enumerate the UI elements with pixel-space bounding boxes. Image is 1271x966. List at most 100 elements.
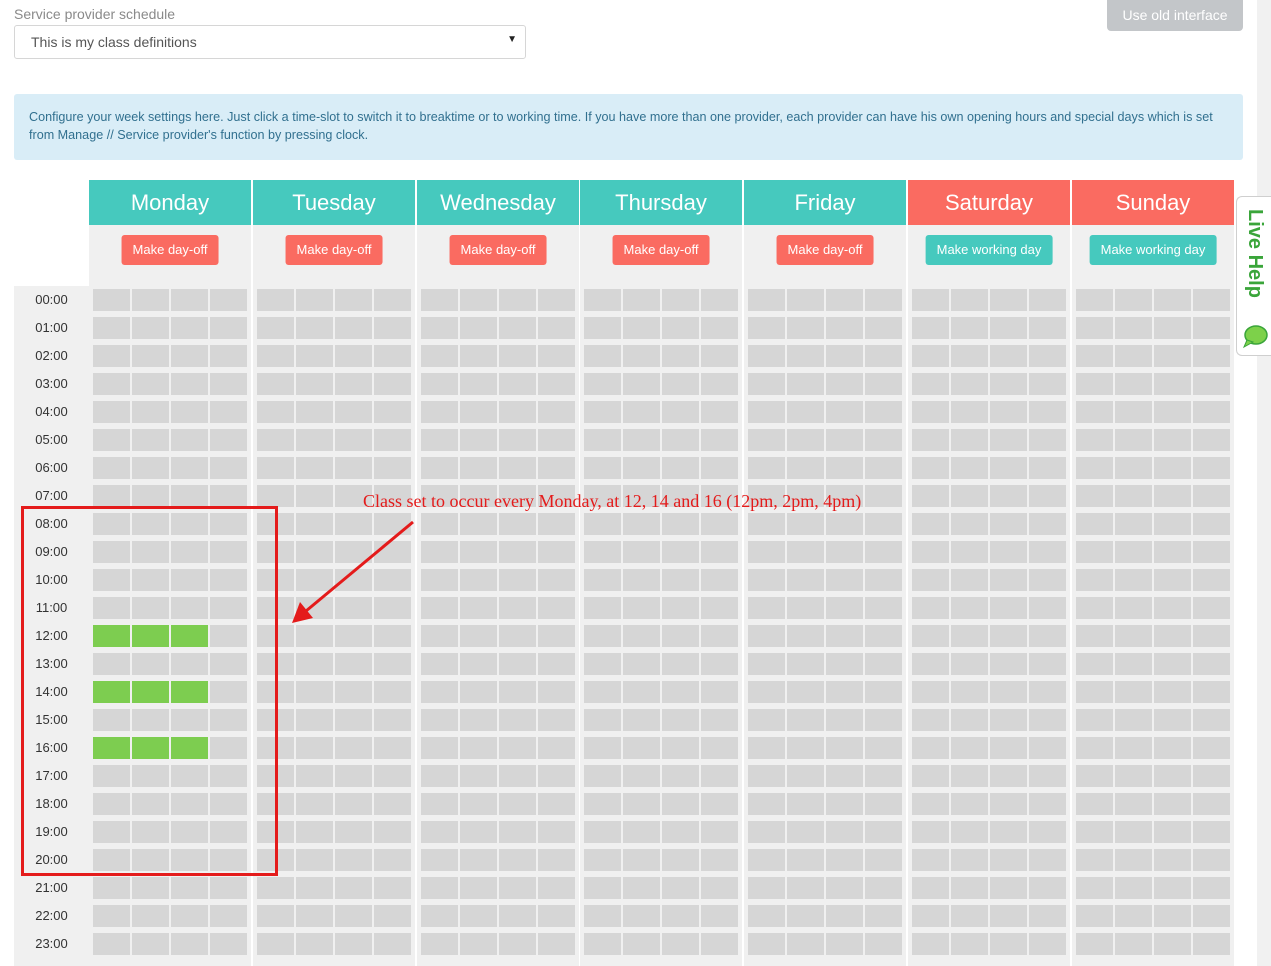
time-slot[interactable] — [1029, 821, 1066, 843]
time-slot[interactable] — [296, 541, 333, 563]
time-slot[interactable] — [912, 681, 949, 703]
time-slot[interactable] — [1154, 793, 1191, 815]
time-slot[interactable] — [374, 373, 411, 395]
time-slot[interactable] — [912, 821, 949, 843]
time-slot[interactable] — [210, 345, 247, 367]
time-slot[interactable] — [826, 793, 863, 815]
time-slot[interactable] — [421, 513, 458, 535]
time-slot[interactable] — [584, 597, 621, 619]
time-slot[interactable] — [296, 457, 333, 479]
time-slot[interactable] — [701, 345, 738, 367]
time-slot[interactable] — [257, 345, 294, 367]
time-slot[interactable] — [826, 653, 863, 675]
make-day-off-button[interactable]: Make day-off — [285, 235, 383, 265]
time-slot[interactable] — [132, 709, 169, 731]
time-slot[interactable] — [1115, 681, 1152, 703]
time-slot[interactable] — [374, 429, 411, 451]
time-slot[interactable] — [951, 681, 988, 703]
time-slot[interactable] — [1154, 737, 1191, 759]
time-slot[interactable] — [93, 317, 130, 339]
time-slot[interactable] — [701, 821, 738, 843]
time-slot[interactable] — [93, 933, 130, 955]
time-slot[interactable] — [787, 457, 824, 479]
time-slot[interactable] — [1076, 877, 1113, 899]
time-slot[interactable] — [171, 597, 208, 619]
time-slot[interactable] — [538, 821, 575, 843]
time-slot[interactable] — [171, 905, 208, 927]
time-slot[interactable] — [865, 457, 902, 479]
time-slot[interactable] — [584, 849, 621, 871]
time-slot[interactable] — [748, 373, 785, 395]
make-day-off-button[interactable]: Make day-off — [449, 235, 547, 265]
time-slot[interactable] — [1029, 289, 1066, 311]
time-slot[interactable] — [787, 793, 824, 815]
time-slot[interactable] — [460, 513, 497, 535]
time-slot[interactable] — [296, 933, 333, 955]
time-slot[interactable] — [787, 429, 824, 451]
time-slot[interactable] — [171, 345, 208, 367]
time-slot[interactable] — [1193, 709, 1230, 731]
time-slot[interactable] — [296, 317, 333, 339]
time-slot[interactable] — [662, 541, 699, 563]
time-slot[interactable] — [951, 933, 988, 955]
time-slot[interactable] — [257, 541, 294, 563]
time-slot[interactable] — [990, 485, 1027, 507]
time-slot[interactable] — [826, 317, 863, 339]
time-slot[interactable] — [499, 849, 536, 871]
time-slot-working[interactable] — [132, 625, 169, 647]
time-slot[interactable] — [1154, 681, 1191, 703]
time-slot[interactable] — [257, 569, 294, 591]
time-slot[interactable] — [171, 765, 208, 787]
time-slot[interactable] — [912, 737, 949, 759]
time-slot[interactable] — [1115, 653, 1152, 675]
time-slot[interactable] — [296, 737, 333, 759]
time-slot[interactable] — [990, 541, 1027, 563]
time-slot[interactable] — [662, 429, 699, 451]
time-slot[interactable] — [296, 905, 333, 927]
time-slot[interactable] — [865, 317, 902, 339]
time-slot[interactable] — [460, 625, 497, 647]
time-slot[interactable] — [912, 373, 949, 395]
time-slot[interactable] — [787, 569, 824, 591]
time-slot[interactable] — [1193, 345, 1230, 367]
time-slot[interactable] — [93, 345, 130, 367]
time-slot[interactable] — [1154, 933, 1191, 955]
time-slot[interactable] — [499, 653, 536, 675]
time-slot[interactable] — [826, 541, 863, 563]
time-slot[interactable] — [748, 793, 785, 815]
time-slot[interactable] — [662, 821, 699, 843]
time-slot[interactable] — [787, 653, 824, 675]
time-slot[interactable] — [826, 709, 863, 731]
time-slot[interactable] — [662, 457, 699, 479]
time-slot[interactable] — [951, 793, 988, 815]
time-slot[interactable] — [990, 429, 1027, 451]
time-slot[interactable] — [912, 849, 949, 871]
time-slot[interactable] — [623, 569, 660, 591]
time-slot[interactable] — [1193, 401, 1230, 423]
time-slot[interactable] — [460, 373, 497, 395]
time-slot[interactable] — [210, 513, 247, 535]
time-slot[interactable] — [1154, 597, 1191, 619]
time-slot[interactable] — [951, 709, 988, 731]
time-slot[interactable] — [210, 541, 247, 563]
time-slot[interactable] — [748, 401, 785, 423]
time-slot[interactable] — [623, 821, 660, 843]
time-slot[interactable] — [460, 709, 497, 731]
time-slot[interactable] — [499, 765, 536, 787]
time-slot[interactable] — [623, 905, 660, 927]
time-slot[interactable] — [210, 429, 247, 451]
time-slot[interactable] — [499, 373, 536, 395]
time-slot[interactable] — [1193, 653, 1230, 675]
time-slot[interactable] — [1154, 429, 1191, 451]
time-slot[interactable] — [1029, 793, 1066, 815]
time-slot[interactable] — [538, 625, 575, 647]
time-slot[interactable] — [748, 737, 785, 759]
time-slot[interactable] — [421, 821, 458, 843]
time-slot[interactable] — [460, 821, 497, 843]
time-slot[interactable] — [787, 905, 824, 927]
time-slot[interactable] — [335, 541, 372, 563]
time-slot[interactable] — [538, 765, 575, 787]
time-slot[interactable] — [374, 709, 411, 731]
time-slot[interactable] — [210, 877, 247, 899]
time-slot[interactable] — [210, 457, 247, 479]
